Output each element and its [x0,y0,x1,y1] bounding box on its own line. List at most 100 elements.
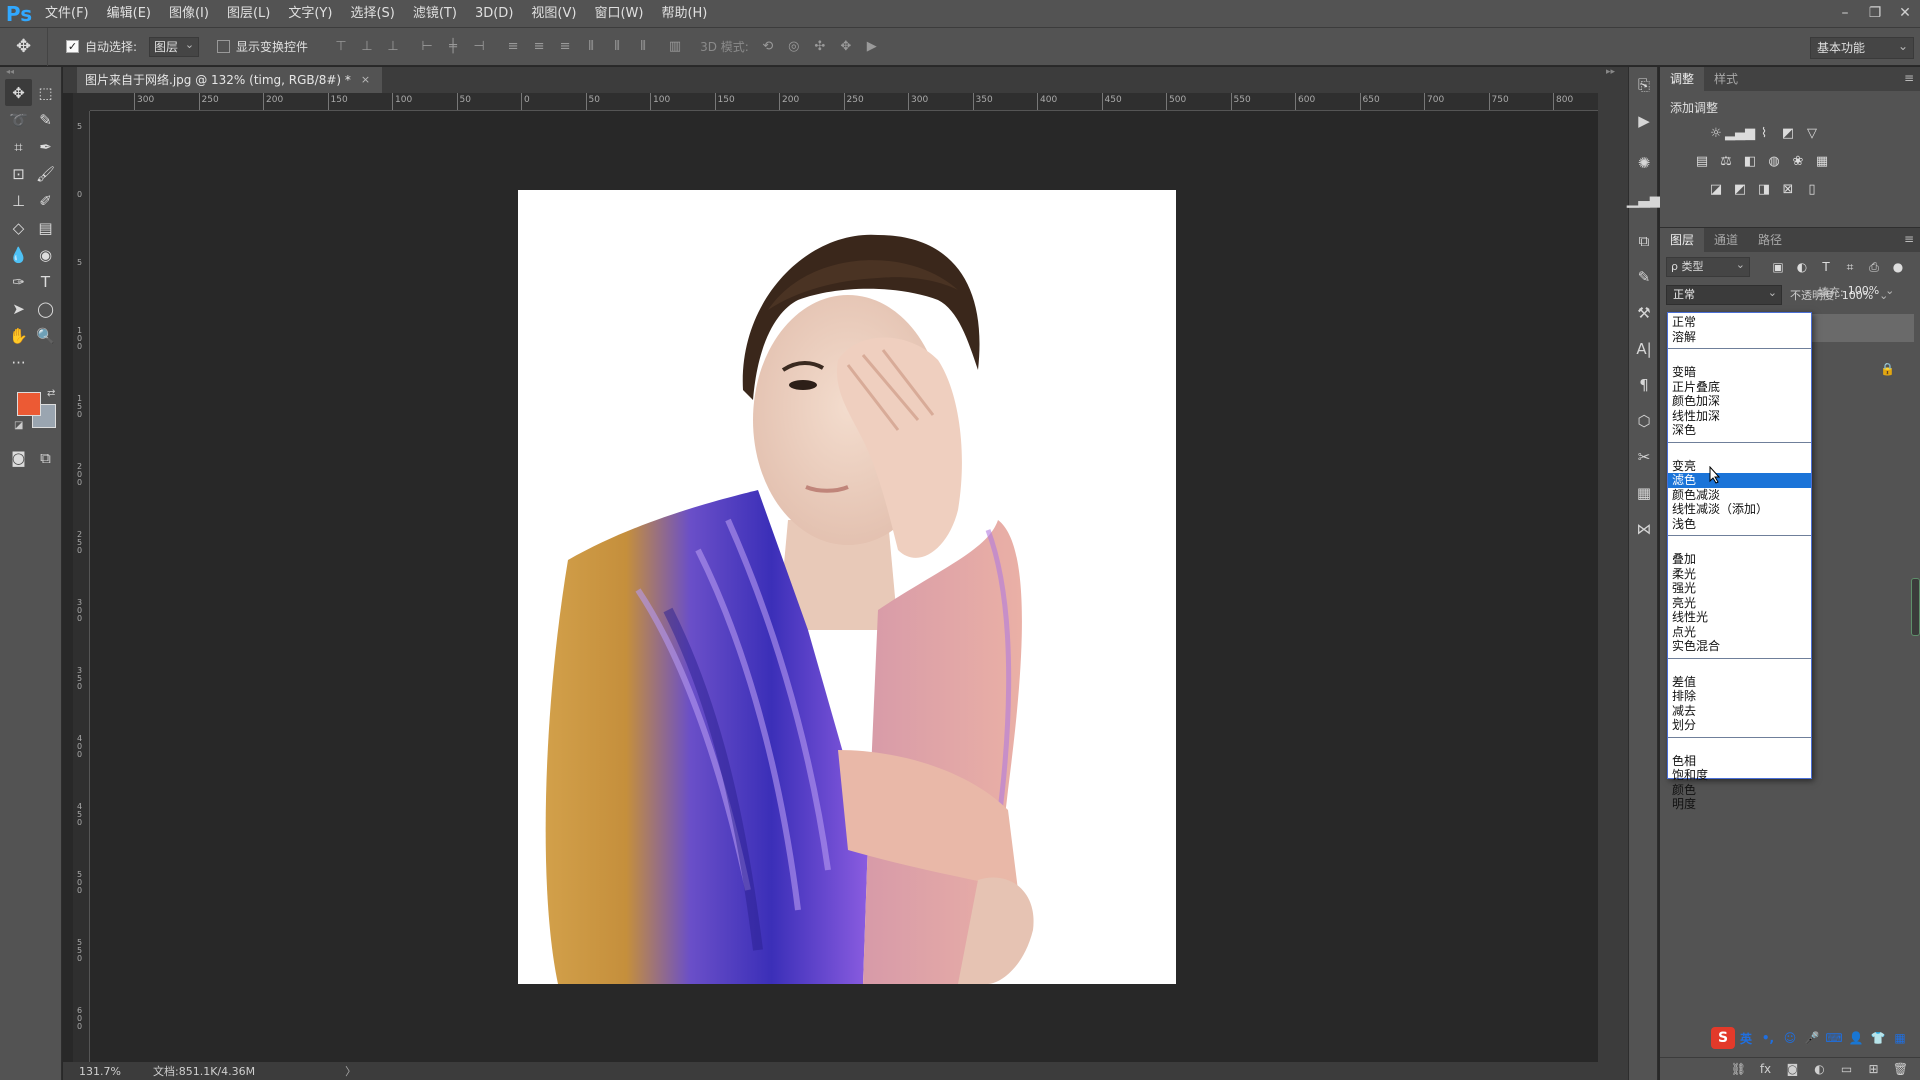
3d-pan-icon[interactable]: ✣ [807,28,833,66]
pen-tool-icon[interactable]: ✑ [5,268,32,295]
bw-icon[interactable]: ◧ [1738,150,1762,172]
zoom-level[interactable]: 131.7% [63,1065,123,1078]
document-tab[interactable]: 图片来自于网络.jpg @ 132% (timg, RGB/8#) * × [77,67,383,93]
tab-adjustments[interactable]: 调整 [1660,67,1705,91]
align-right-icon[interactable]: ⊣ [466,28,492,66]
toolbar-grip[interactable]: ◂◂ [0,67,61,79]
blend-mode-option[interactable]: 溶解 [1668,330,1811,345]
histogram-icon[interactable]: ▁▃▅ [1627,181,1662,217]
ime-item-icon[interactable]: 英 [1735,1030,1757,1047]
default-colors-icon[interactable]: ◪ [14,420,23,431]
filter-adjustment-icon[interactable]: ◐ [1790,260,1814,274]
blend-mode-option[interactable]: 明度 [1668,797,1811,812]
align-hcenter-icon[interactable]: ╪ [440,28,466,66]
distribute-vcenter-icon[interactable]: ≡ [526,28,552,66]
menu-item[interactable]: 滤镜(T) [404,0,466,28]
foreground-color-swatch[interactable] [17,392,41,416]
actions-icon[interactable]: ▶ [1629,103,1659,139]
3d-slide-icon[interactable]: ✥ [833,28,859,66]
vibrance-icon[interactable]: ▽ [1800,122,1824,144]
align-bottom-icon[interactable]: ⊥ [380,28,406,66]
type-tool-icon[interactable]: T [32,268,59,295]
blend-mode-option[interactable]: 点光 [1668,625,1811,640]
distribute-left-icon[interactable]: ⫴ [578,28,604,66]
blend-mode-option[interactable]: 正片叠底 [1668,380,1811,395]
blend-mode-option[interactable]: 颜色 [1668,783,1811,798]
brush-settings-icon[interactable]: ✎ [1629,259,1659,295]
link-layers-icon[interactable]: ⛓ [1725,1062,1752,1076]
blend-mode-option[interactable]: 滤色 [1668,473,1811,488]
blend-mode-option[interactable]: 强光 [1668,581,1811,596]
tab-channels[interactable]: 通道 [1704,228,1748,252]
zoom-tool-icon[interactable]: 🔍 [32,322,59,349]
timeline-icon[interactable]: ⋈ [1629,511,1659,547]
filter-pixel-icon[interactable]: ▣ [1766,260,1790,274]
stamp-tool-icon[interactable]: ⊥ [5,187,32,214]
blend-mode-option[interactable]: 深色 [1668,423,1811,438]
close-button[interactable]: ✕ [1890,0,1920,26]
color-balance-icon[interactable]: ⚖ [1714,150,1738,172]
distribute-bottom-icon[interactable]: ≡ [552,28,578,66]
blend-mode-option[interactable]: 颜色减淡 [1668,488,1811,503]
gradient-tool-icon[interactable]: ▤ [32,214,59,241]
blend-mode-option[interactable]: 线性加深 [1668,409,1811,424]
collapse-icon[interactable]: ▸▸ [1606,67,1615,77]
posterize-icon[interactable]: ◩ [1728,178,1752,200]
close-document-icon[interactable]: × [361,67,370,93]
menu-item[interactable]: 文件(F) [36,0,98,28]
canvas-area[interactable] [90,111,1598,1062]
fx-icon[interactable]: fx [1752,1062,1779,1076]
add-mask-icon[interactable]: ◙ [1779,1062,1806,1076]
adjustments-icon[interactable]: ✺ [1629,145,1659,181]
vertical-ruler[interactable]: 5 0 5 1 0 0 1 5 0 2 0 0 2 5 0 3 0 0 3 5 0 4 0 0 4 … [73,111,90,1062]
new-group-icon[interactable]: ▭ [1833,1062,1860,1076]
hue-icon[interactable]: ▤ [1690,150,1714,172]
ime-item-icon[interactable]: 👕 [1867,1031,1889,1045]
panel-scroll-handle[interactable] [1911,578,1920,636]
sogou-ime-logo[interactable]: S [1711,1027,1735,1049]
blur-tool-icon[interactable]: 💧 [5,241,32,268]
align-left-icon[interactable]: ⊢ [414,28,440,66]
filter-shape-icon[interactable]: ⌗ [1838,260,1862,275]
lock-icon[interactable]: 🔒 [1880,362,1895,376]
tab-styles[interactable]: 样式 [1704,67,1748,91]
ime-item-icon[interactable]: ⌨ [1823,1031,1845,1045]
ime-item-icon[interactable]: ☺ [1779,1031,1801,1045]
filter-smart-icon[interactable]: ⎙ [1862,260,1886,275]
horizontal-ruler[interactable]: 300 250 200 150 100 50 0 50 100 150 200 250 300 350 40… [90,93,1598,111]
blend-mode-select[interactable]: 正常 [1666,284,1782,305]
menu-item[interactable]: 编辑(E) [98,0,160,28]
ruler-origin[interactable] [73,93,90,111]
blend-mode-option[interactable]: 浅色 [1668,517,1811,532]
status-menu-arrow[interactable]: 〉 [345,1063,356,1079]
threshold-icon[interactable]: ◨ [1752,178,1776,200]
3d-scale-icon[interactable]: ▶ [859,28,885,66]
tab-paths[interactable]: 路径 [1748,228,1792,252]
brush-tool-icon[interactable]: 🖌 [32,160,59,187]
blend-mode-option[interactable]: 变暗 [1668,365,1811,380]
invert-icon[interactable]: ◪ [1704,178,1728,200]
ellipse-tool-icon[interactable]: ◯ [32,295,59,322]
tools-icon[interactable]: ✂ [1629,439,1659,475]
blend-mode-option[interactable]: 减去 [1668,704,1811,719]
sponge-tool-icon[interactable]: ◉ [32,241,59,268]
menu-item[interactable]: 3D(D) [466,0,522,28]
curves-icon[interactable]: ⌇ [1752,122,1776,144]
blend-mode-option[interactable]: 实色混合 [1668,639,1811,654]
blend-mode-option[interactable]: 差值 [1668,675,1811,690]
history-brush-tool-icon[interactable]: ✐ [32,187,59,214]
menu-item[interactable]: 图像(I) [160,0,218,28]
color-lookup-icon[interactable]: ▦ [1810,150,1834,172]
channel-mixer-icon[interactable]: ❀ [1786,150,1810,172]
blend-mode-option[interactable]: 亮光 [1668,596,1811,611]
blend-mode-option[interactable]: 饱和度 [1668,768,1811,783]
clone-source-icon[interactable]: ⧉ [1629,223,1659,259]
blend-mode-option[interactable]: 颜色加深 [1668,394,1811,409]
quick-select-tool-icon[interactable]: ✎ [32,106,59,133]
swap-colors-icon[interactable]: ⇄ [47,388,55,399]
distribute-top-icon[interactable]: ≡ [500,28,526,66]
move-tool-icon[interactable]: ✥ [5,79,32,106]
new-adjustment-layer-icon[interactable]: ◐ [1806,1062,1833,1076]
menu-item[interactable]: 图层(L) [218,0,279,28]
more-tools-icon[interactable]: ··· [5,349,32,376]
